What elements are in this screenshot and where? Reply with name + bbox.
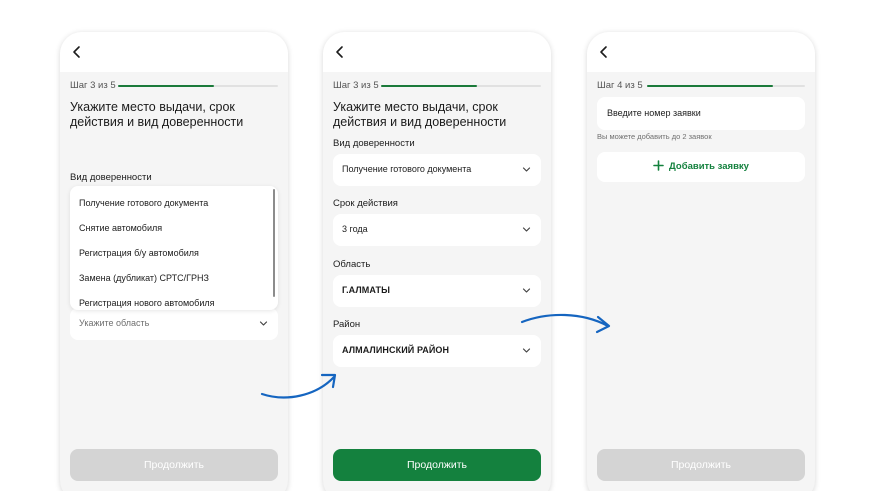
district-value: АЛМАЛИНСКИЙ РАЙОН xyxy=(342,345,450,355)
step-label: Шаг 3 из 5 xyxy=(333,80,379,91)
continue-button[interactable]: Продолжить xyxy=(597,449,805,481)
application-number-placeholder: Введите номер заявки xyxy=(607,108,701,118)
step-progress: Шаг 3 из 5 xyxy=(70,80,278,92)
step-label: Шаг 4 из 5 xyxy=(597,80,643,91)
region-placeholder: Укажите область xyxy=(79,318,150,328)
page-title: Укажите место выдачи, срок действия и ви… xyxy=(333,100,507,129)
dropdown-scrollbar[interactable] xyxy=(273,189,275,297)
hint-text: Вы можете добавить до 2 заявок xyxy=(597,132,712,141)
step-label: Шаг 3 из 5 xyxy=(70,80,116,91)
dropdown-option[interactable]: Получение готового документа xyxy=(79,198,208,208)
dropdown-option[interactable]: Регистрация б/у автомобиля xyxy=(79,248,199,258)
app-header xyxy=(60,32,288,72)
region-value: Г.АЛМАТЫ xyxy=(342,285,391,295)
continue-button[interactable]: Продолжить xyxy=(333,449,541,481)
chevron-down-icon xyxy=(259,321,268,326)
chevron-down-icon xyxy=(522,288,531,293)
power-type-value: Получение готового документа xyxy=(342,164,472,174)
add-application-label: Добавить заявку xyxy=(669,161,749,172)
power-type-select[interactable]: Получение готового документа xyxy=(333,154,541,186)
chevron-down-icon xyxy=(522,167,531,172)
flow-arrow-icon xyxy=(520,313,611,334)
region-select[interactable]: Укажите область xyxy=(70,308,278,340)
step-progress: Шаг 4 из 5 xyxy=(597,80,805,92)
progress-fill xyxy=(647,85,774,87)
screen-step3-dropdown-open: Шаг 3 из 5 Укажите место выдачи, срок де… xyxy=(60,32,288,491)
application-number-input[interactable]: Введите номер заявки xyxy=(597,97,805,130)
district-select[interactable]: АЛМАЛИНСКИЙ РАЙОН xyxy=(333,335,541,367)
field-label-region: Область xyxy=(333,259,371,270)
dropdown-option[interactable]: Замена (дубликат) СРТС/ГРНЗ xyxy=(79,273,209,283)
page-title: Укажите место выдачи, срок действия и ви… xyxy=(70,100,244,129)
field-label-validity: Срок действия xyxy=(333,198,398,209)
validity-select[interactable]: 3 года xyxy=(333,214,541,246)
flow-arrow-icon xyxy=(260,373,337,399)
add-application-content: Добавить заявку xyxy=(597,160,805,172)
continue-button[interactable]: Продолжить xyxy=(70,449,278,481)
step-progress: Шаг 3 из 5 xyxy=(333,80,541,92)
progress-fill xyxy=(118,85,214,87)
chevron-down-icon xyxy=(522,348,531,353)
progress-track xyxy=(381,85,541,87)
region-select[interactable]: Г.АЛМАТЫ xyxy=(333,275,541,307)
screen-step4-application: Шаг 4 из 5 Введите номер заявки Вы может… xyxy=(587,32,815,491)
dropdown-option[interactable]: Регистрация нового автомобиля xyxy=(79,298,214,308)
screen-step3-filled: Шаг 3 из 5 Укажите место выдачи, срок де… xyxy=(323,32,551,491)
app-header xyxy=(323,32,551,72)
back-arrow-icon[interactable] xyxy=(333,45,347,59)
plus-icon xyxy=(653,160,664,171)
power-type-dropdown: Получение готового документа Снятие авто… xyxy=(70,186,278,310)
add-application-button[interactable]: Добавить заявку xyxy=(597,152,805,182)
app-header xyxy=(587,32,815,72)
field-label-district: Район xyxy=(333,319,361,330)
back-arrow-icon[interactable] xyxy=(70,45,84,59)
field-label-power-type: Вид доверенности xyxy=(333,138,415,149)
progress-track xyxy=(118,85,278,87)
validity-value: 3 года xyxy=(342,224,368,234)
chevron-down-icon xyxy=(522,227,531,232)
dropdown-option[interactable]: Снятие автомобиля xyxy=(79,223,162,233)
progress-track xyxy=(647,85,805,87)
field-label-power-type: Вид доверенности xyxy=(70,172,152,183)
progress-fill xyxy=(381,85,477,87)
back-arrow-icon[interactable] xyxy=(597,45,611,59)
